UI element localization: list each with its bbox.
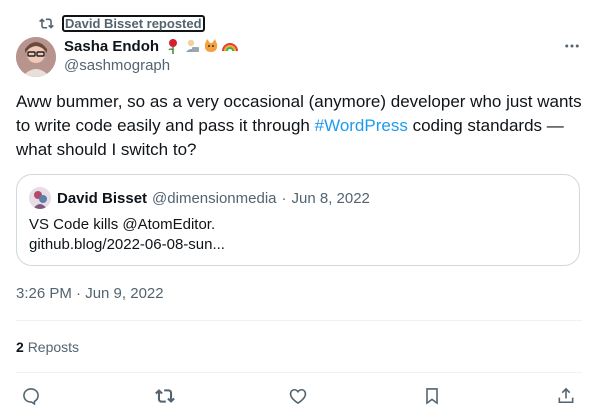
tweet-text: Aww bummer, so as a very occasional (any… <box>16 90 582 162</box>
quote-date: Jun 8, 2022 <box>291 189 370 207</box>
share-icon[interactable] <box>555 385 577 407</box>
quote-author-handle: @dimensionmedia <box>152 189 277 207</box>
quote-line-1: VS Code kills @AtomEditor. <box>29 216 216 233</box>
hashtag-link[interactable]: #WordPress <box>315 116 408 135</box>
quote-text: VS Code kills @AtomEditor. github.blog/2… <box>29 215 225 255</box>
reply-icon[interactable] <box>20 385 42 407</box>
author-block: Sasha Endoh @sashmograph <box>64 36 239 74</box>
divider <box>16 372 582 373</box>
name-emojis <box>165 38 239 54</box>
action-bar <box>0 385 598 411</box>
rose-emoji-icon <box>168 39 178 54</box>
repost-icon <box>39 18 54 29</box>
repost-context: David Bisset reposted <box>39 15 205 32</box>
divider <box>16 320 582 321</box>
bookmark-icon[interactable] <box>421 385 443 407</box>
cat-emoji-icon <box>204 39 218 52</box>
reposts-label: Reposts <box>27 339 80 355</box>
reposts-count: 2 <box>16 339 24 355</box>
quote-line-2: github.blog/2022-06-08-sun... <box>29 236 225 253</box>
quoted-tweet[interactable]: David Bisset @dimensionmedia · Jun 8, 20… <box>16 174 580 266</box>
reposts-stat[interactable]: 2 Reposts <box>16 339 79 355</box>
more-options-icon[interactable] <box>562 36 582 56</box>
repost-button[interactable] <box>154 385 176 407</box>
quote-avatar <box>29 187 51 209</box>
quote-author-name: David Bisset <box>57 189 148 207</box>
quote-separator: · <box>281 189 287 207</box>
like-icon[interactable] <box>287 385 309 407</box>
author-name[interactable]: Sasha Endoh <box>64 38 159 55</box>
reposter-link[interactable]: David Bisset reposted <box>62 15 205 32</box>
technologist-emoji-icon <box>186 39 200 52</box>
author-handle[interactable]: @sashmograph <box>64 57 238 74</box>
tweet-timestamp[interactable]: 3:26 PM · Jun 9, 2022 <box>16 285 164 302</box>
repost-action-icon <box>155 389 175 403</box>
avatar[interactable] <box>16 37 56 77</box>
rainbow-emoji-icon <box>222 43 239 52</box>
